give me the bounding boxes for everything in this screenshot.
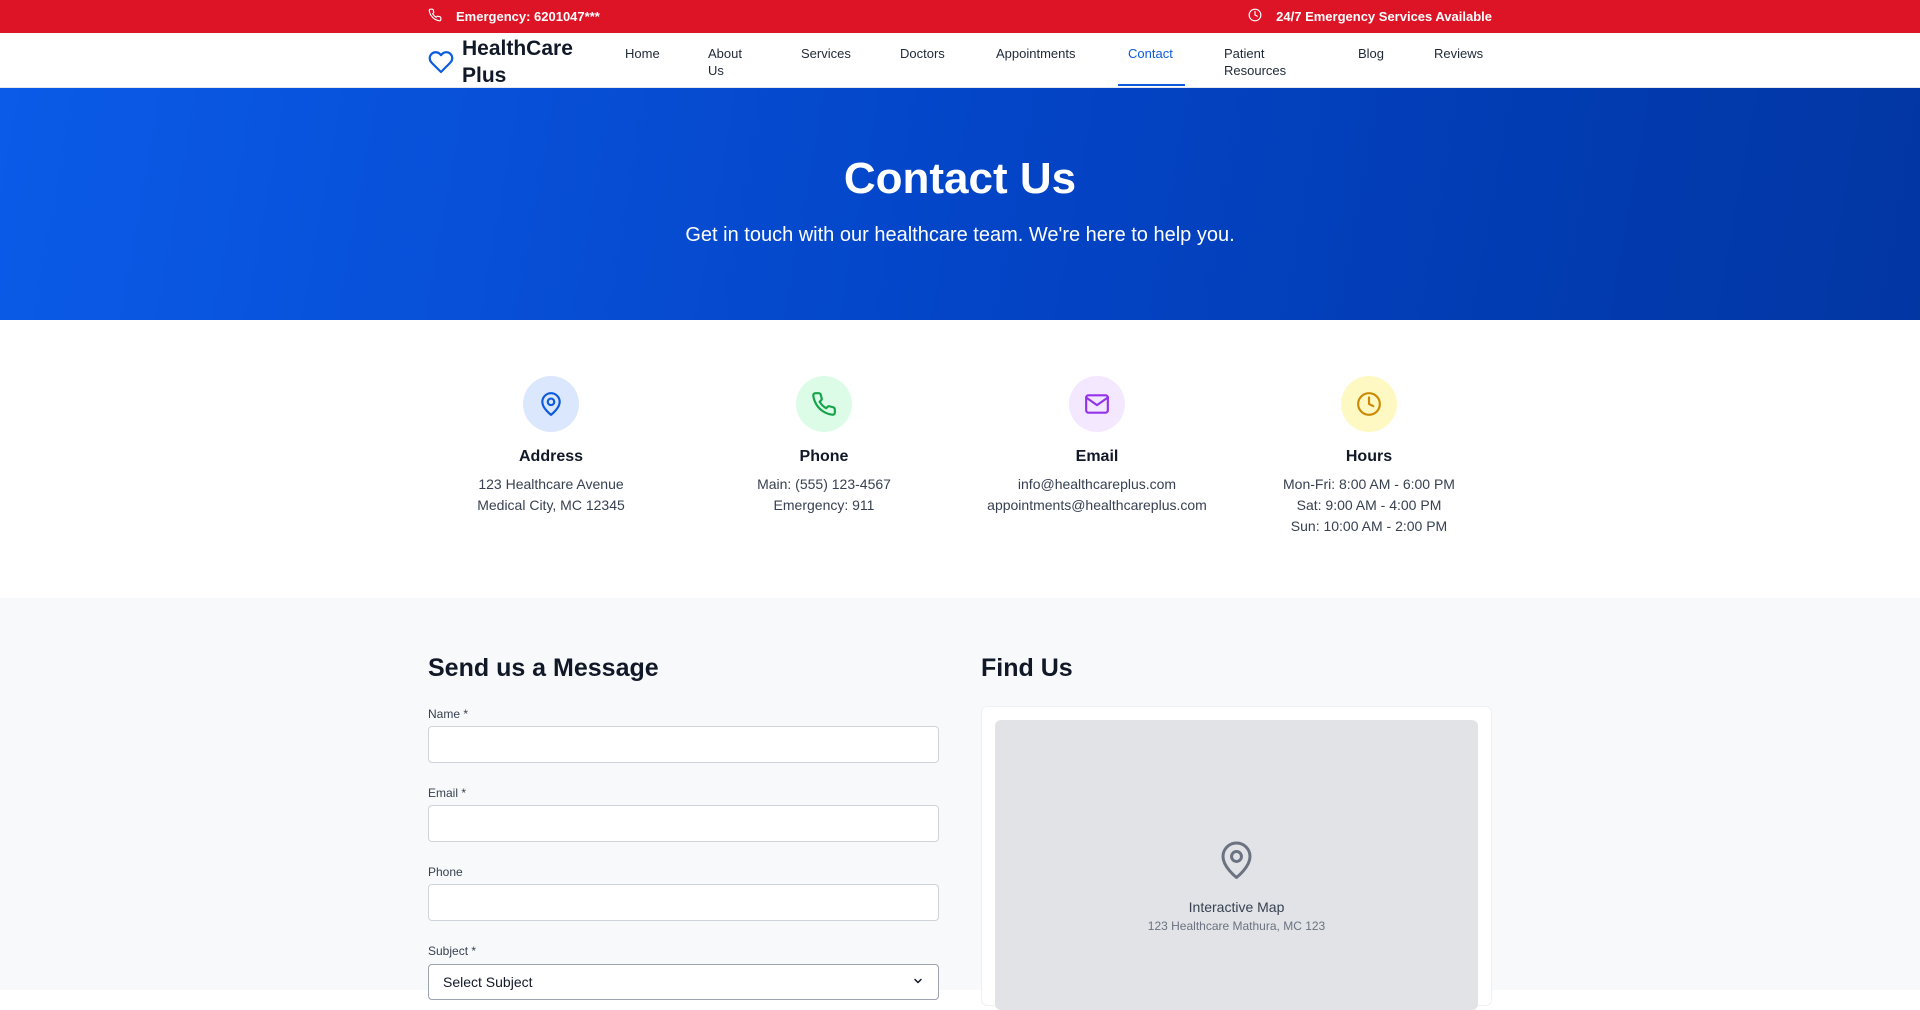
form-title: Send us a Message [428,654,659,682]
availability-notice: 24/7 Emergency Services Available [1248,8,1492,25]
map-address: 123 Healthcare Mathura, MC 123 [1147,919,1326,933]
nav-about-us[interactable]: About Us [708,45,756,79]
page-subtitle: Get in touch with our healthcare team. W… [685,224,1235,246]
phone-card: Phone Main: (555) 123-4567 Emergency: 91… [687,376,961,516]
nav-patient-resources[interactable]: Patient Resources [1224,45,1314,79]
hours-line: Mon-Fri: 8:00 AM - 6:00 PM [1283,476,1455,492]
hours-line: Sat: 9:00 AM - 4:00 PM [1296,497,1442,513]
email-info[interactable]: info@healthcareplus.com [960,474,1234,495]
emergency-bar: Emergency: 6201047*** 24/7 Emergency Ser… [0,0,1920,33]
nav-blog[interactable]: Blog [1358,45,1384,62]
subject-label: Subject * [428,944,477,958]
clock-icon [1248,8,1262,25]
phone-icon [428,8,442,25]
name-field[interactable] [428,726,939,763]
address-line: 123 Healthcare Avenue [478,476,624,492]
address-line: Medical City, MC 12345 [477,497,625,513]
contact-info-section: Address 123 Healthcare Avenue Medical Ci… [0,320,1920,598]
availability-text: 24/7 Emergency Services Available [1276,9,1492,24]
page-title: Contact Us [843,154,1077,203]
map-section-title: Find Us [981,654,1073,682]
brand-name: HealthCare Plus [462,37,573,87]
subject-select[interactable]: Select Subject [428,964,939,1000]
hours-line: Sun: 10:00 AM - 2:00 PM [1290,518,1448,534]
phone-title: Phone [799,448,849,465]
email-appointments[interactable]: appointments@healthcareplus.com [960,495,1234,516]
name-label: Name * [428,707,469,721]
phone-field[interactable] [428,884,939,921]
email-card: Email info@healthcareplus.com appointmen… [960,376,1234,516]
hero-banner: Contact Us Get in touch with our healthc… [0,88,1920,320]
emergency-contact[interactable]: Emergency: 6201047*** [428,8,600,25]
phone-main[interactable]: Main: (555) 123-4567 [687,474,961,495]
active-nav-indicator [1118,84,1185,86]
emergency-number: Emergency: 6201047*** [456,9,600,24]
main-navigation: HealthCare Plus Home About Us Services D… [0,33,1920,88]
nav-home[interactable]: Home [625,45,660,62]
hours-card: Hours Mon-Fri: 8:00 AM - 6:00 PM Sat: 9:… [1232,376,1506,537]
email-label: Email * [428,786,467,800]
brand-logo[interactable]: HealthCare Plus [428,35,582,89]
subject-selected-value: Select Subject [443,974,533,990]
nav-services[interactable]: Services [801,45,851,62]
nav-reviews[interactable]: Reviews [1434,45,1483,62]
message-and-map-section: Send us a Message Name * Email * Phone S… [0,598,1920,1010]
chevron-down-icon [912,974,924,990]
nav-contact[interactable]: Contact [1128,45,1173,62]
email-title: Email [1075,448,1119,465]
address-card: Address 123 Healthcare Avenue Medical Ci… [414,376,688,516]
heart-icon [428,35,454,80]
hours-title: Hours [1345,448,1393,465]
email-field[interactable] [428,805,939,842]
nav-appointments[interactable]: Appointments [996,45,1076,62]
phone-label: Phone [428,865,463,879]
nav-doctors[interactable]: Doctors [900,45,945,62]
phone-icon [796,376,852,432]
map-pin-icon [1218,840,1255,882]
address-title: Address [518,448,584,465]
map-label: Interactive Map [1188,899,1285,915]
phone-emergency[interactable]: Emergency: 911 [687,495,961,516]
map-pin-icon [523,376,579,432]
mail-icon [1069,376,1125,432]
clock-icon [1341,376,1397,432]
